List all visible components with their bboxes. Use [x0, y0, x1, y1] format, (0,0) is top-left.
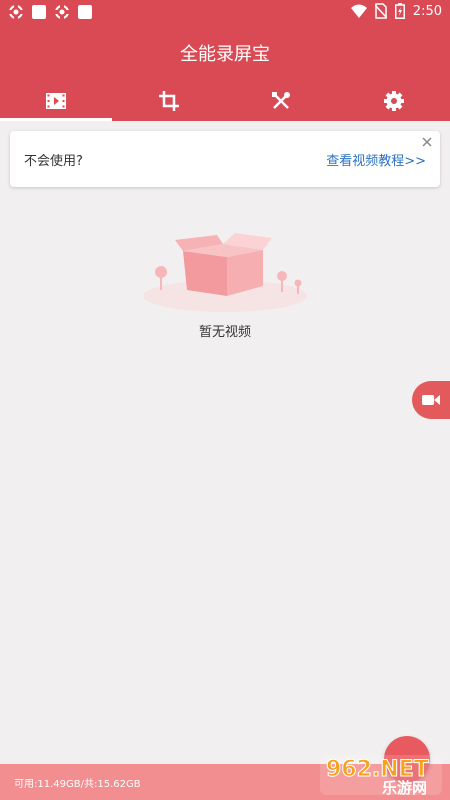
wifi-icon — [350, 4, 367, 18]
tab-active-indicator — [0, 118, 112, 121]
film-icon — [46, 93, 67, 109]
square-notification-icon — [78, 5, 92, 19]
tab-settings[interactable] — [338, 81, 450, 121]
no-sim-icon — [374, 3, 387, 19]
app-notification-icon — [55, 5, 69, 19]
clock: 2:50 — [412, 3, 442, 19]
empty-box-illustration — [143, 233, 307, 312]
tab-tools[interactable] — [225, 81, 338, 121]
help-question: 不会使用? — [24, 154, 83, 169]
floating-record-button[interactable] — [412, 381, 450, 419]
close-icon[interactable] — [420, 135, 434, 149]
storage-info: 可用:11.49GB/共:15.62GB — [14, 779, 141, 790]
tutorial-link[interactable]: 查看视频教程>> — [326, 150, 426, 169]
watermark-brand-bottom: 乐游网 — [382, 779, 427, 797]
tab-crop[interactable] — [113, 81, 226, 121]
square-notification-icon — [32, 5, 46, 19]
gear-icon — [383, 91, 404, 111]
video-camera-icon — [422, 395, 440, 405]
empty-message: 暂无视频 — [198, 325, 251, 340]
tab-videos[interactable] — [0, 81, 113, 121]
crop-icon — [158, 91, 179, 111]
tools-icon — [272, 92, 291, 109]
app-notification-icon — [9, 5, 23, 19]
app-title: 全能录屏宝 — [180, 44, 270, 65]
empty-state: 暂无视频 — [135, 228, 315, 343]
status-bar: 2:50 — [0, 0, 450, 24]
watermark-logo: 962.NET 乐游网 — [320, 755, 442, 797]
app-bar: 全能录屏宝 — [0, 24, 450, 121]
tab-bar — [0, 81, 450, 121]
help-card: 不会使用? 查看视频教程>> — [10, 131, 440, 187]
battery-charging-icon — [394, 3, 405, 19]
